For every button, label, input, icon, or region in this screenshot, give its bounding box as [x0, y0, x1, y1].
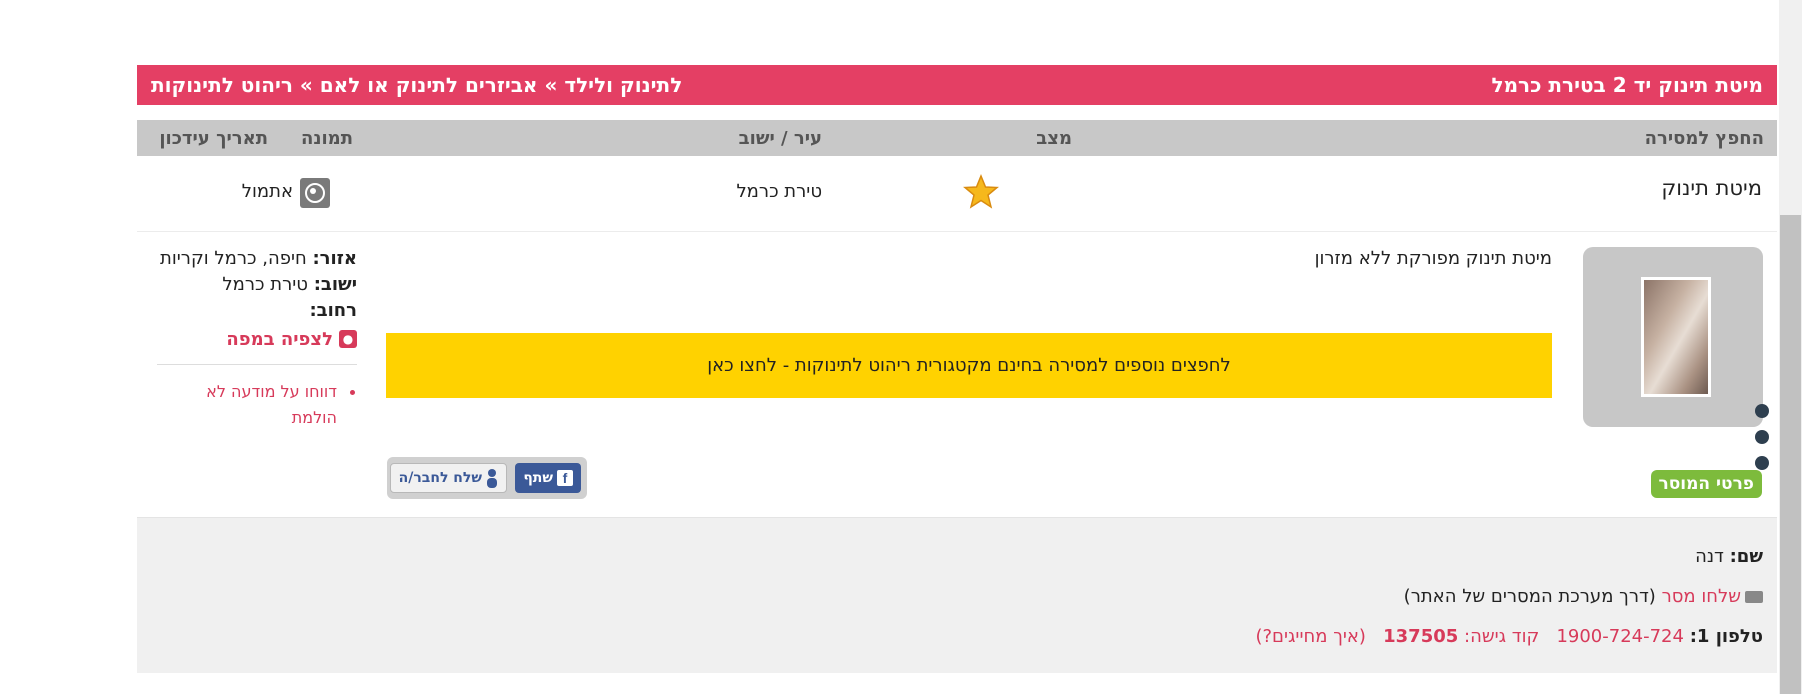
phone-label: טלפון 1:	[1689, 626, 1763, 647]
send-friend-label: שלח לחבר/ה	[398, 470, 482, 486]
star-icon	[963, 174, 999, 215]
item-name[interactable]: מיטת תינוק	[1661, 176, 1762, 200]
nav-dot[interactable]	[1755, 456, 1769, 470]
item-photo[interactable]	[1641, 277, 1711, 397]
breadcrumb[interactable]: לתינוק ולילד » אביזרים לתינוק או לאם » ר…	[151, 73, 682, 97]
send-message-note: (דרך מערכת המסרים של האתר)	[1403, 586, 1656, 607]
facebook-icon: f	[557, 470, 573, 486]
title-bar: מיטת תינוק יד 2 בטירת כרמל לתינוק ולילד …	[137, 65, 1777, 105]
access-code-label: קוד גישה:	[1464, 626, 1540, 647]
phone-number[interactable]: 1900-724-724	[1556, 626, 1684, 647]
divider	[157, 364, 357, 365]
facebook-share-button[interactable]: f שתף	[515, 463, 581, 493]
map-link-label[interactable]: לצפיה במפה	[226, 329, 333, 350]
col-condition-header: מצב	[1036, 128, 1072, 149]
item-photo-frame[interactable]	[1583, 247, 1763, 427]
area-label: אזור:	[312, 248, 357, 269]
camera-icon[interactable]	[300, 178, 330, 208]
more-items-banner[interactable]: לחפצים נוספים למסירה בחינם מקטגורית ריהו…	[386, 333, 1552, 398]
report-ad-link[interactable]: דווחו על מודעה לא הולמת	[149, 379, 357, 431]
more-items-banner-text[interactable]: לחפצים נוספים למסירה בחינם מקטגורית ריהו…	[707, 355, 1231, 376]
col-image-header: תמונה	[300, 128, 353, 149]
col-item-header: החפץ למסירה	[1644, 128, 1764, 149]
city-label: ישוב:	[313, 274, 357, 295]
send-message-link[interactable]: שלחו מסר	[1662, 586, 1741, 607]
giver-details-button[interactable]: פרטי המוסר	[1650, 470, 1762, 498]
share-label: שתף	[523, 470, 553, 486]
share-box: f שתף שלח לחבר/ה	[387, 457, 587, 499]
ad-page: מיטת תינוק יד 2 בטירת כרמל לתינוק ולילד …	[137, 65, 1777, 673]
contact-panel: שם: דנה שלחו מסר (דרך מערכת המסרים של הא…	[137, 517, 1777, 673]
col-updated-header: תאריך עידכון	[159, 128, 268, 149]
report-line-1[interactable]: דווחו על מודעה לא	[149, 379, 337, 405]
col-city-header: עיר / ישוב	[738, 128, 822, 149]
item-city: טירת כרמל	[736, 181, 822, 202]
table-header: החפץ למסירה מצב עיר / ישוב תמונה תאריך ע…	[137, 120, 1777, 156]
nav-dot[interactable]	[1755, 404, 1769, 418]
scrollbar-thumb[interactable]	[1780, 215, 1801, 694]
nav-dot[interactable]	[1755, 430, 1769, 444]
person-icon	[487, 469, 497, 488]
page-title: מיטת תינוק יד 2 בטירת כרמל	[1491, 73, 1763, 97]
item-updated: אתמול	[241, 181, 293, 202]
location-panel: אזור: חיפה, כרמל וקריות ישוב: טירת כרמל …	[149, 248, 357, 431]
send-to-friend-button[interactable]: שלח לחבר/ה	[389, 463, 507, 493]
street-label: רחוב:	[309, 300, 357, 321]
map-pin-icon: ●	[339, 330, 357, 348]
item-details: פרטי המוסר מיטת תינוק מפורקת ללא מזרון ל…	[137, 232, 1777, 517]
report-line-2[interactable]: הולמת	[149, 405, 337, 431]
message-icon	[1745, 591, 1763, 603]
access-code: 137505	[1383, 626, 1459, 647]
contact-name-value: דנה	[1695, 546, 1724, 567]
city-value: טירת כרמל	[222, 274, 308, 295]
map-link[interactable]: ● לצפיה במפה	[149, 326, 357, 352]
contact-name-label: שם:	[1729, 546, 1763, 567]
item-description: מיטת תינוק מפורקת ללא מזרון	[1314, 248, 1552, 269]
area-value: חיפה, כרמל וקריות	[160, 248, 307, 269]
table-row[interactable]: מיטת תינוק טירת כרמל אתמול	[137, 156, 1777, 232]
dialing-help-link[interactable]: (איך מחייגים?)	[1255, 626, 1365, 647]
